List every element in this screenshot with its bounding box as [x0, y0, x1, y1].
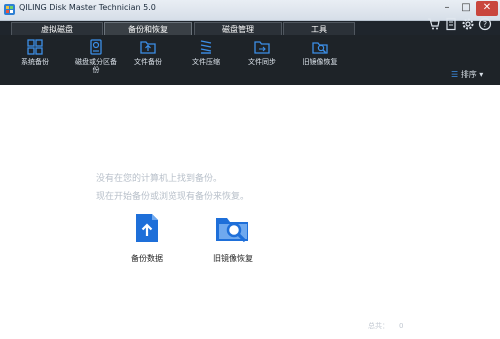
empty-message-line2: 现在开始备份或浏览现有备份来恢复。	[96, 192, 250, 202]
old-image-restore-icon	[312, 42, 328, 54]
system-backup-label: 系统备份	[21, 58, 49, 66]
file-sync-label: 文件同步	[248, 58, 276, 66]
document-icon[interactable]	[444, 17, 458, 31]
tab-disk-management[interactable]: 磁盘管理	[194, 22, 282, 35]
browse-restore-button[interactable]: 旧镜像恢复	[208, 212, 258, 264]
list-icon: ☰	[451, 70, 459, 79]
old-image-restore-label: 旧镜像恢复	[302, 58, 338, 66]
sort-button[interactable]: ☰ 排序 ▾	[451, 69, 483, 80]
maximize-button[interactable]: □	[457, 1, 475, 16]
system-backup-icon	[27, 39, 43, 55]
app-logo-icon	[4, 4, 15, 15]
backup-data-label: 备份数据	[131, 254, 163, 263]
sort-label: 排序	[460, 70, 477, 79]
chevron-down-icon: ▾	[479, 70, 484, 79]
disk-partition-backup-button[interactable]: 磁盘或分区备份	[73, 39, 119, 74]
backup-data-icon	[136, 214, 158, 242]
file-sync-icon	[254, 41, 270, 54]
toolbar: 系统备份 磁盘或分区备份 文件备份 文件压缩 文件同步 旧镜像恢复 ☰ 排序 ▾	[0, 35, 500, 85]
tab-tools[interactable]: 工具	[283, 22, 355, 35]
file-compress-button[interactable]: 文件压缩	[186, 39, 226, 66]
file-backup-icon	[140, 41, 156, 54]
old-image-restore-button[interactable]: 旧镜像恢复	[297, 39, 343, 66]
window-title: QILING Disk Master Technician 5.0	[19, 3, 156, 12]
disk-partition-backup-label: 磁盘或分区备份	[75, 58, 117, 74]
backup-data-button[interactable]: 备份数据	[124, 212, 170, 264]
total-count: 总共： 0	[368, 321, 403, 331]
gear-icon[interactable]	[461, 17, 475, 31]
close-button[interactable]: ✕	[476, 1, 498, 16]
file-backup-button[interactable]: 文件备份	[128, 39, 168, 66]
cart-icon[interactable]	[427, 17, 441, 31]
file-compress-label: 文件压缩	[192, 58, 220, 66]
tab-virtual-disk[interactable]: 虚拟磁盘	[11, 22, 103, 35]
file-compress-icon	[200, 40, 212, 54]
system-backup-button[interactable]: 系统备份	[15, 39, 55, 66]
tab-bar: 虚拟磁盘 备份和恢复 磁盘管理 工具	[0, 21, 500, 35]
tab-backup-restore[interactable]: 备份和恢复	[104, 22, 192, 35]
total-value: 0	[399, 322, 404, 330]
title-bar: QILING Disk Master Technician 5.0 – □ ✕	[0, 0, 500, 21]
svg-text:?: ?	[483, 20, 487, 29]
browse-restore-label: 旧镜像恢复	[213, 254, 253, 263]
browse-restore-icon	[216, 218, 248, 243]
help-icon[interactable]: ?	[478, 17, 492, 31]
minimize-button[interactable]: –	[438, 1, 456, 16]
main-content: 没有在您的计算机上找到备份。 现在开始备份或浏览现有备份来恢复。 备份数据 旧镜…	[0, 85, 500, 339]
total-label: 总共：	[368, 322, 389, 330]
file-sync-button[interactable]: 文件同步	[242, 39, 282, 66]
file-backup-label: 文件备份	[134, 58, 162, 66]
disk-partition-backup-icon	[90, 39, 102, 55]
empty-message-line1: 没有在您的计算机上找到备份。	[96, 174, 223, 184]
